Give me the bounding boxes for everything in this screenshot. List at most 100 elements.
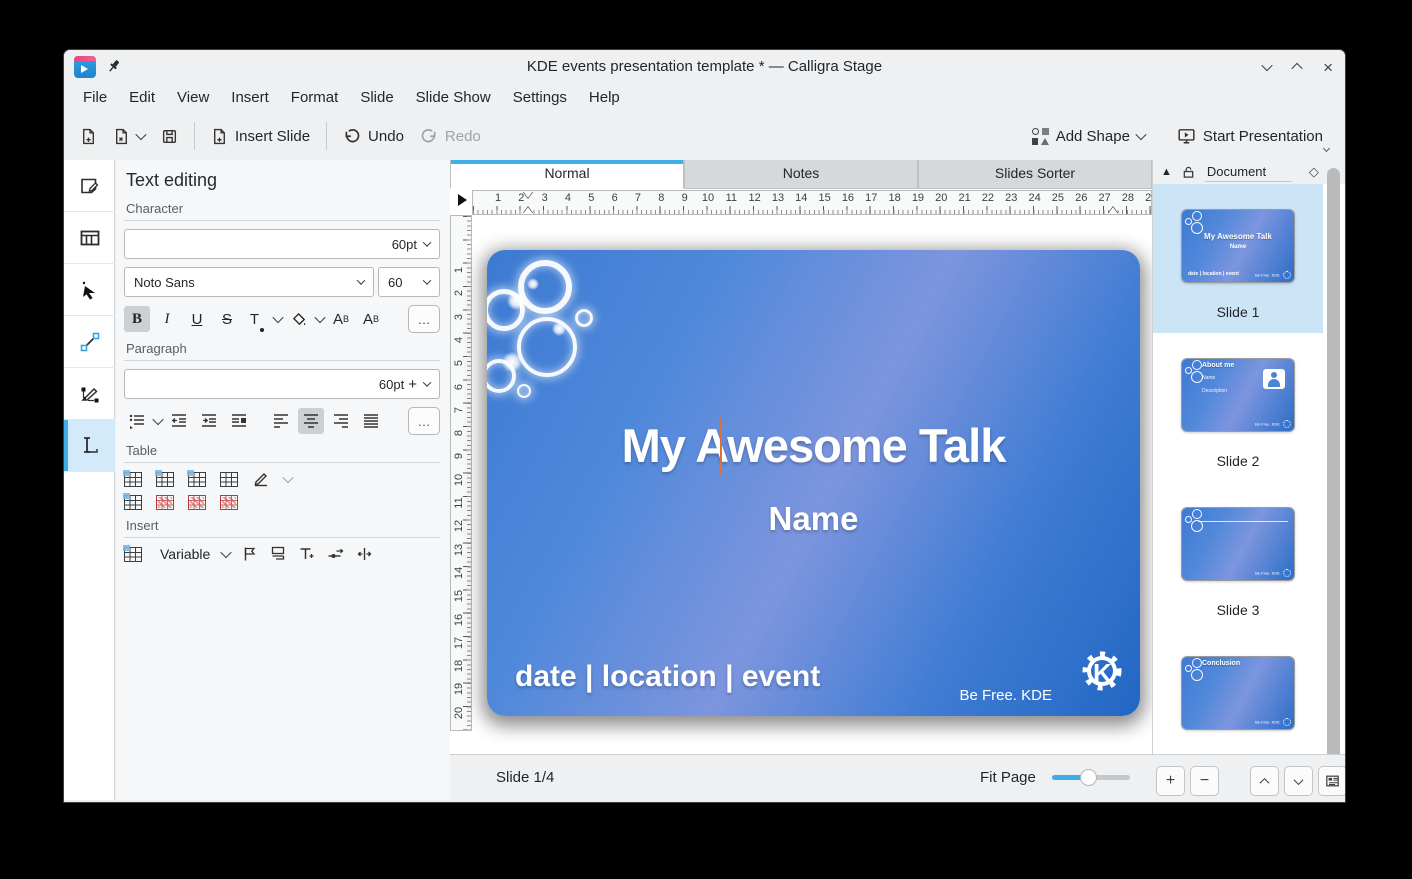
collapse-triangle-icon[interactable]: ▲	[1161, 166, 1172, 178]
slide-details-button[interactable]	[1318, 766, 1345, 796]
first-line-indent-marker[interactable]	[523, 191, 533, 198]
insert-slide-button[interactable]: Insert Slide	[203, 119, 318, 153]
redo-button[interactable]: Redo	[412, 119, 489, 153]
variable-dropdown-icon[interactable]	[221, 547, 232, 558]
slide-thumbnail[interactable]: About meNameDescriptionBe Free. KDE	[1182, 359, 1294, 431]
menu-item-view[interactable]: View	[166, 84, 220, 112]
open-dropdown-icon[interactable]	[135, 129, 146, 140]
menu-item-slide[interactable]: Slide	[349, 84, 404, 112]
bookmark-flag-button[interactable]	[242, 546, 258, 562]
start-presentation-dropdown-icon[interactable]	[1323, 145, 1330, 152]
tool-shape-edit[interactable]	[64, 160, 115, 212]
bold-button[interactable]: B	[124, 306, 150, 332]
delete-column-button[interactable]	[188, 495, 206, 510]
split-cells-button[interactable]	[124, 495, 142, 510]
slider-setting-button[interactable]	[327, 546, 344, 562]
slide-thumbnail[interactable]: Be Free. KDE	[1182, 508, 1294, 580]
new-document-button[interactable]	[72, 119, 105, 153]
paragraph-more-button[interactable]: …	[408, 407, 440, 435]
italic-button[interactable]: I	[154, 306, 180, 332]
slide-thumbnail[interactable]: ConclusionBe Free. KDE	[1182, 657, 1294, 729]
slide-thumbnail-item[interactable]: About meNameDescriptionBe Free. KDESlide…	[1153, 333, 1323, 482]
move-slide-down-button[interactable]	[1284, 766, 1313, 796]
highlight-dropdown-icon[interactable]	[314, 312, 325, 323]
tab-normal[interactable]: Normal	[450, 160, 684, 189]
tool-connector[interactable]	[64, 316, 115, 368]
insert-table-button[interactable]	[124, 547, 142, 562]
insert-row-below-button[interactable]	[156, 472, 174, 487]
delete-table-button[interactable]	[220, 495, 238, 510]
start-presentation-button[interactable]: Start Presentation	[1169, 119, 1331, 153]
menu-item-slide-show[interactable]: Slide Show	[405, 84, 502, 112]
align-center-button[interactable]	[298, 408, 324, 434]
character-more-button[interactable]: …	[408, 305, 440, 333]
slide-thumbnail[interactable]: My Awesome TalkNamedate | location | eve…	[1182, 210, 1294, 282]
tool-text[interactable]	[64, 420, 115, 472]
menu-item-settings[interactable]: Settings	[502, 84, 578, 112]
menu-item-help[interactable]: Help	[578, 84, 631, 112]
align-right-button[interactable]	[328, 408, 354, 434]
tool-path-edit[interactable]	[64, 368, 115, 420]
superscript-button[interactable]: AB	[328, 306, 354, 332]
delete-row-button[interactable]	[156, 495, 174, 510]
close-icon[interactable]: ×	[1323, 59, 1333, 76]
zoom-mode-label[interactable]: Fit Page	[980, 769, 1036, 786]
tab-slides-sorter[interactable]: Slides Sorter	[918, 160, 1152, 189]
move-slide-up-button[interactable]	[1250, 766, 1279, 796]
vertical-ruler[interactable]: 1234567891011121314151617181920	[450, 215, 472, 731]
open-document-button[interactable]	[105, 119, 153, 153]
remove-slide-button[interactable]: −	[1190, 766, 1219, 796]
character-style-combobox[interactable]: 60pt	[124, 229, 440, 259]
insert-row-above-button[interactable]	[124, 472, 142, 487]
align-justify-button[interactable]	[358, 408, 384, 434]
insert-column-button[interactable]	[188, 472, 206, 487]
tab-notes[interactable]: Notes	[684, 160, 918, 189]
titlebar[interactable]: KDE events presentation template * — Cal…	[64, 50, 1345, 84]
strikethrough-button[interactable]: S	[214, 306, 240, 332]
slide-thumbnail-item[interactable]: ConclusionBe Free. KDESlide 4	[1153, 631, 1323, 757]
section-break-button[interactable]	[270, 546, 286, 562]
subscript-button[interactable]: AB	[358, 306, 384, 332]
decrease-indent-button[interactable]	[166, 408, 192, 434]
highlight-color-button[interactable]	[286, 306, 312, 332]
underline-button[interactable]: U	[184, 306, 210, 332]
add-shape-dropdown-icon[interactable]	[1135, 129, 1146, 140]
font-color-button[interactable]: T	[244, 306, 270, 332]
font-family-combobox[interactable]: Noto Sans	[124, 267, 374, 297]
slide-footer-text[interactable]: date | location | event	[515, 660, 820, 694]
lock-icon[interactable]	[1182, 165, 1195, 179]
merge-cells-button[interactable]	[220, 472, 238, 487]
slide-title-text[interactable]: My Awesome Talk	[487, 418, 1140, 473]
zoom-slider[interactable]	[1052, 775, 1130, 780]
menu-item-insert[interactable]: Insert	[220, 84, 280, 112]
tool-layout[interactable]	[64, 212, 115, 264]
document-panel-scrollbar[interactable]	[1327, 168, 1340, 768]
right-indent-marker[interactable]	[1108, 207, 1118, 214]
menu-item-edit[interactable]: Edit	[118, 84, 166, 112]
tool-pointer[interactable]	[64, 264, 115, 316]
left-indent-marker[interactable]	[523, 207, 533, 214]
border-pen-button[interactable]	[252, 471, 270, 487]
float-panel-icon[interactable]: ◇	[1309, 164, 1319, 180]
menu-item-format[interactable]: Format	[280, 84, 350, 112]
block-indent-button[interactable]	[226, 408, 252, 434]
horizontal-ruler[interactable]: 1234567891011121314151617181920212223242…	[472, 190, 1152, 215]
insert-text-button[interactable]	[298, 546, 315, 562]
paragraph-style-combobox[interactable]: 60pt +	[124, 369, 440, 399]
slide-canvas[interactable]: My Awesome Talk Name date | location | e…	[487, 250, 1140, 716]
minimize-icon[interactable]	[1261, 60, 1272, 71]
slide-thumbnail-item[interactable]: Be Free. KDESlide 3	[1153, 482, 1323, 631]
menu-item-file[interactable]: File	[72, 84, 118, 112]
font-size-combobox[interactable]: 60	[378, 267, 440, 297]
increase-indent-button[interactable]	[196, 408, 222, 434]
variable-button[interactable]: Variable	[160, 546, 210, 562]
plus-icon[interactable]: +	[408, 376, 417, 393]
maximize-icon[interactable]	[1291, 63, 1302, 74]
undo-button[interactable]: Undo	[335, 119, 412, 153]
zoom-slider-handle[interactable]	[1080, 769, 1097, 786]
border-pen-dropdown-icon[interactable]	[282, 472, 293, 483]
slide-subtitle-text[interactable]: Name	[487, 500, 1140, 538]
list-style-button[interactable]	[124, 408, 150, 434]
add-slide-button[interactable]: +	[1156, 766, 1185, 796]
save-button[interactable]	[153, 119, 186, 153]
